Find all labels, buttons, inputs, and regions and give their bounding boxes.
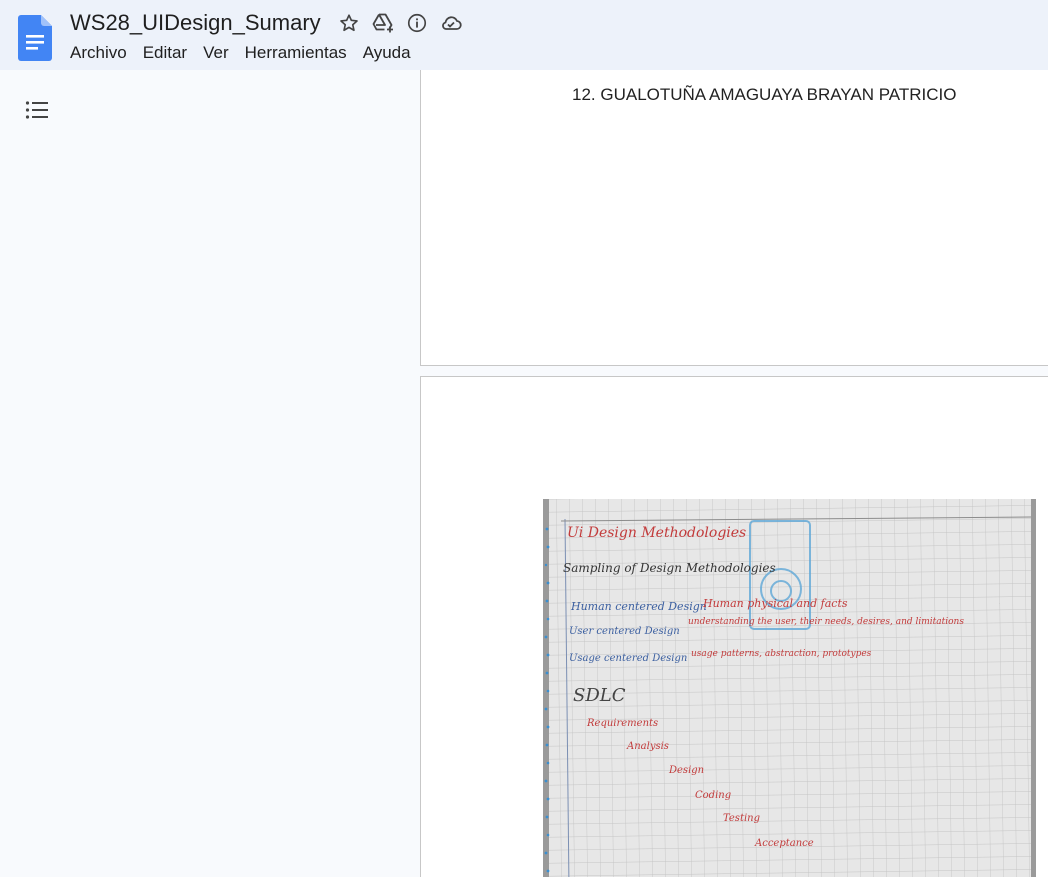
top-bar: WS28_UIDesign_Sumary Archivo Editar Ver …	[0, 0, 1048, 70]
document-page-1[interactable]: 12. GUALOTUÑA AMAGUAYA BRAYAN PATRICIO	[420, 70, 1048, 366]
notes-line-3-left: Usage centered Design	[569, 653, 688, 664]
sdlc-step-6: Acceptance	[755, 838, 814, 849]
page-text-student[interactable]: 12. GUALOTUÑA AMAGUAYA BRAYAN PATRICIO	[572, 85, 956, 105]
menu-ayuda[interactable]: Ayuda	[355, 41, 419, 65]
menu-archivo[interactable]: Archivo	[62, 41, 135, 65]
outline-list-icon[interactable]	[24, 98, 50, 124]
notes-line-2-right: understanding the user, their needs, des…	[688, 617, 964, 627]
document-title[interactable]: WS28_UIDesign_Sumary	[70, 9, 321, 37]
sdlc-step-3: Design	[669, 765, 705, 776]
title-actions	[337, 11, 463, 35]
notebook-photo[interactable]: Ui Design Methodologies Sampling of Desi…	[543, 499, 1036, 877]
menu-editar[interactable]: Editar	[135, 41, 195, 65]
sdlc-step-5: Testing	[723, 813, 761, 824]
document-canvas[interactable]: 12. GUALOTUÑA AMAGUAYA BRAYAN PATRICIO U…	[420, 70, 1048, 877]
notes-subheading: Sampling of Design Methodologies	[563, 561, 776, 575]
sdlc-step-4: Coding	[695, 790, 732, 801]
document-page-2[interactable]: Ui Design Methodologies Sampling of Desi…	[420, 376, 1048, 877]
outline-sidebar	[0, 70, 420, 877]
notes-heading: Ui Design Methodologies	[567, 525, 747, 541]
notes-line-1-right: Human physical and facts	[703, 597, 848, 610]
menu-bar: Archivo Editar Ver Herramientas Ayuda	[62, 41, 419, 65]
notes-line-3-right: usage patterns, abstraction, prototypes	[691, 649, 872, 659]
notes-line-2-left: User centered Design	[569, 626, 680, 637]
star-icon[interactable]	[337, 11, 361, 35]
info-icon[interactable]	[405, 11, 429, 35]
notes-line-1-left: Human centered Design	[571, 600, 707, 613]
menu-herramientas[interactable]: Herramientas	[237, 41, 355, 65]
move-to-drive-icon[interactable]	[371, 11, 395, 35]
cloud-saved-icon[interactable]	[439, 11, 463, 35]
docs-logo-icon[interactable]	[18, 15, 52, 61]
notes-sdlc-title: SDLC	[573, 685, 626, 706]
sdlc-step-2: Analysis	[627, 741, 669, 752]
menu-ver[interactable]: Ver	[195, 41, 237, 65]
sdlc-step-1: Requirements	[587, 718, 659, 729]
